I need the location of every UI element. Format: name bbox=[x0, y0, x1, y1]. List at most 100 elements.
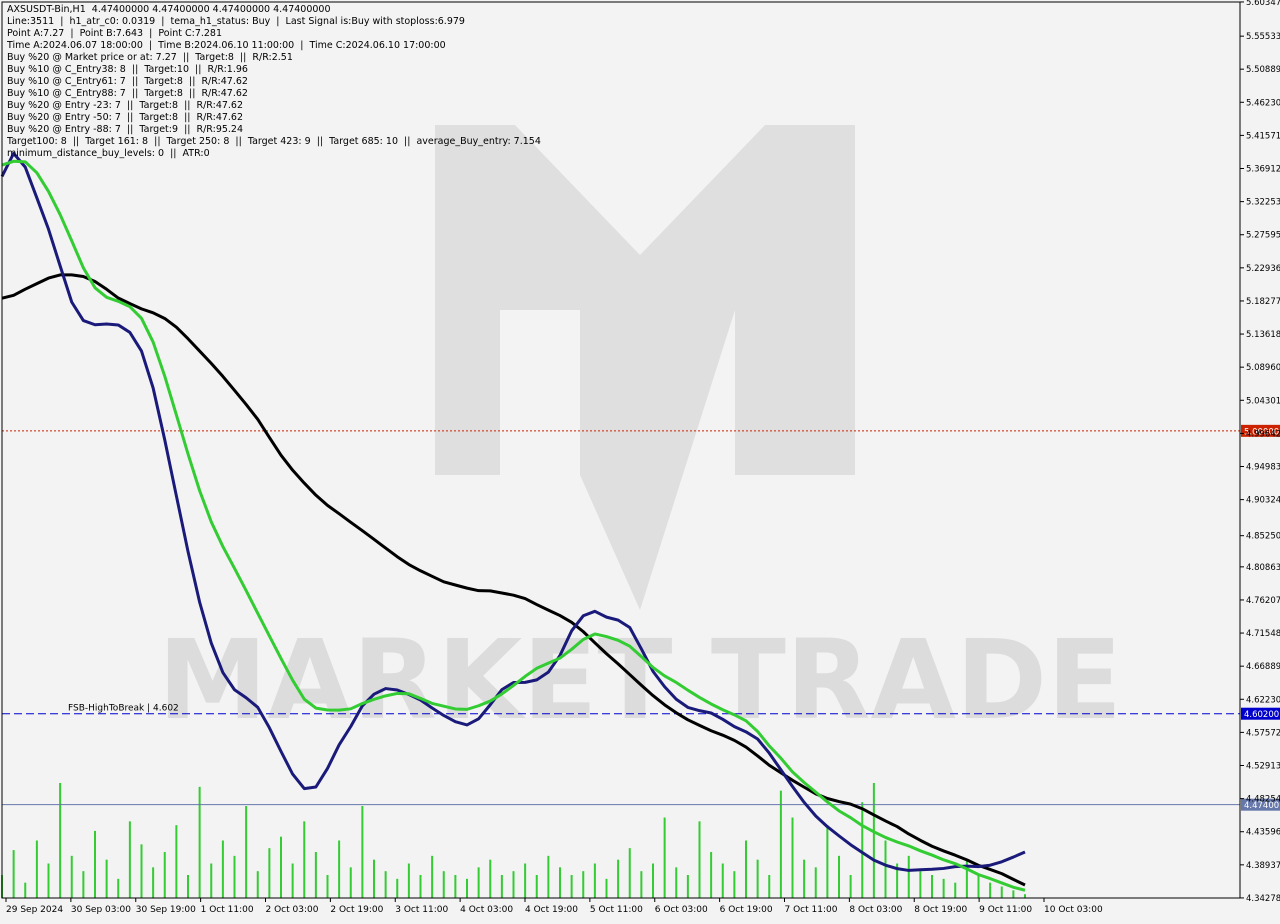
y-tick-label: 5.36912 bbox=[1246, 165, 1280, 175]
y-tick-label: 4.99642 bbox=[1246, 429, 1280, 439]
y-tick-label: 4.76207 bbox=[1246, 596, 1280, 606]
price-level-label: 4.60200 bbox=[1244, 710, 1279, 720]
x-tick-label: 9 Oct 11:00 bbox=[979, 905, 1032, 915]
volume-bar bbox=[593, 863, 596, 898]
x-tick-label: 4 Oct 19:00 bbox=[525, 905, 578, 915]
volume-bar bbox=[268, 848, 271, 898]
volume-bar bbox=[547, 855, 550, 898]
y-tick-label: 5.27595 bbox=[1246, 231, 1280, 241]
volume-bar bbox=[849, 875, 852, 898]
volume-bar bbox=[826, 825, 829, 898]
volume-bar bbox=[105, 859, 108, 898]
y-tick-label: 4.43596 bbox=[1246, 828, 1280, 838]
info-line: Target100: 8 || Target 161: 8 || Target … bbox=[7, 136, 541, 147]
x-tick-label: 10 Oct 03:00 bbox=[1044, 905, 1103, 915]
volume-bar bbox=[640, 871, 643, 898]
volume-bar bbox=[663, 817, 666, 898]
volume-bar bbox=[175, 825, 178, 898]
x-tick-label: 2 Oct 03:00 bbox=[266, 905, 319, 915]
x-tick-label: 6 Oct 03:00 bbox=[655, 905, 708, 915]
volume-bar bbox=[745, 840, 747, 898]
volume-bar bbox=[198, 786, 201, 898]
volume-bar bbox=[512, 871, 515, 898]
y-tick-label: 5.32253 bbox=[1246, 198, 1280, 208]
y-tick-label: 5.13618 bbox=[1246, 330, 1280, 340]
x-tick-label: 7 Oct 11:00 bbox=[785, 905, 838, 915]
y-tick-label: 4.71548 bbox=[1246, 629, 1280, 639]
y-tick-label: 5.46230 bbox=[1246, 98, 1280, 108]
volume-bar bbox=[524, 863, 527, 898]
y-tick-label: 4.38937 bbox=[1246, 861, 1280, 871]
info-line: Buy %20 @ Entry -88: 7 || Target:9 || R/… bbox=[7, 124, 244, 135]
volume-bar bbox=[1024, 894, 1026, 898]
volume-bar bbox=[419, 875, 422, 898]
volume-bar bbox=[652, 863, 654, 898]
y-tick-label: 4.94983 bbox=[1246, 463, 1280, 473]
info-line: Buy %20 @ Entry -50: 7 || Target:8 || R/… bbox=[7, 112, 244, 123]
volume-bar bbox=[721, 863, 724, 898]
y-tick-label: 4.48254 bbox=[1246, 795, 1280, 805]
volume-bar bbox=[140, 844, 143, 898]
volume-bar bbox=[954, 882, 957, 898]
x-tick-label: 29 Sep 2024 bbox=[6, 905, 63, 915]
chart-area[interactable]: MARKET TRADE 5.00000 4.60200 FSB-HighToBre… bbox=[0, 0, 1280, 920]
info-line: Buy %20 @ Market price or at: 7.27 || Ta… bbox=[7, 52, 293, 63]
y-tick-label: 4.34278 bbox=[1246, 894, 1280, 904]
volume-bar bbox=[338, 840, 341, 898]
volume-bar bbox=[431, 855, 434, 898]
volume-bar bbox=[500, 875, 503, 898]
volume-bar bbox=[70, 855, 73, 898]
volume-bar bbox=[779, 790, 782, 898]
volume-bar bbox=[489, 859, 492, 898]
y-tick-label: 5.55533 bbox=[1246, 32, 1280, 42]
info-line: minimum_distance_buy_levels: 0 || ATR:0 bbox=[7, 148, 210, 159]
volume-bar bbox=[12, 850, 15, 898]
info-line: Buy %10 @ C_Entry38: 8 || Target:10 || R… bbox=[7, 64, 248, 75]
volume-bar bbox=[326, 875, 329, 898]
volume-bar bbox=[210, 863, 213, 898]
volume-bar bbox=[373, 859, 375, 898]
info-line: AXSUSDT-Bin,H1 4.47400000 4.47400000 4.4… bbox=[7, 4, 331, 15]
x-tick-label: 8 Oct 03:00 bbox=[849, 905, 902, 915]
volume-bar bbox=[686, 875, 689, 898]
volume-bar bbox=[977, 875, 980, 898]
volume-bar bbox=[942, 878, 945, 898]
y-tick-label: 4.57572 bbox=[1246, 728, 1280, 738]
volume-bar bbox=[989, 882, 992, 898]
volume-bar bbox=[47, 863, 50, 898]
volume-bar bbox=[349, 867, 352, 898]
volume-bar bbox=[221, 840, 224, 898]
x-tick-label: 4 Oct 03:00 bbox=[460, 905, 513, 915]
volume-bar bbox=[163, 852, 166, 898]
volume-bar bbox=[396, 878, 399, 898]
volume-bar bbox=[1012, 890, 1015, 898]
x-tick-label: 5 Oct 11:00 bbox=[590, 905, 643, 915]
volume-bar bbox=[187, 875, 189, 898]
x-tick-label: 2 Oct 19:00 bbox=[330, 905, 383, 915]
volume-bar bbox=[733, 871, 736, 898]
volume-bar bbox=[152, 867, 155, 898]
volume-bar bbox=[803, 859, 806, 898]
volume-bar bbox=[617, 859, 620, 898]
y-tick-label: 5.08960 bbox=[1246, 363, 1280, 373]
volume-bar bbox=[245, 806, 248, 898]
y-tick-label: 5.41571 bbox=[1246, 131, 1280, 141]
volume-bar bbox=[698, 821, 701, 898]
info-line: Buy %20 @ Entry -23: 7 || Target:8 || R/… bbox=[7, 100, 244, 111]
y-tick-label: 4.80863 bbox=[1246, 563, 1280, 573]
volume-bar bbox=[559, 867, 561, 898]
volume-bar bbox=[535, 875, 538, 898]
volume-bar bbox=[442, 871, 445, 898]
y-tick-label: 4.52913 bbox=[1246, 762, 1280, 772]
volume-bar bbox=[838, 855, 840, 898]
volume-bar bbox=[280, 836, 282, 898]
volume-bar bbox=[454, 875, 457, 898]
level-name-label: FSB-HighToBreak | 4.602 bbox=[68, 704, 179, 714]
volume-bar bbox=[128, 821, 131, 898]
x-tick-label: 8 Oct 19:00 bbox=[914, 905, 967, 915]
volume-bar bbox=[24, 882, 27, 898]
volume-bar bbox=[768, 875, 771, 898]
y-tick-label: 5.50889 bbox=[1246, 65, 1280, 75]
volume-bar bbox=[907, 855, 910, 898]
y-tick-label: 5.22936 bbox=[1246, 264, 1280, 274]
